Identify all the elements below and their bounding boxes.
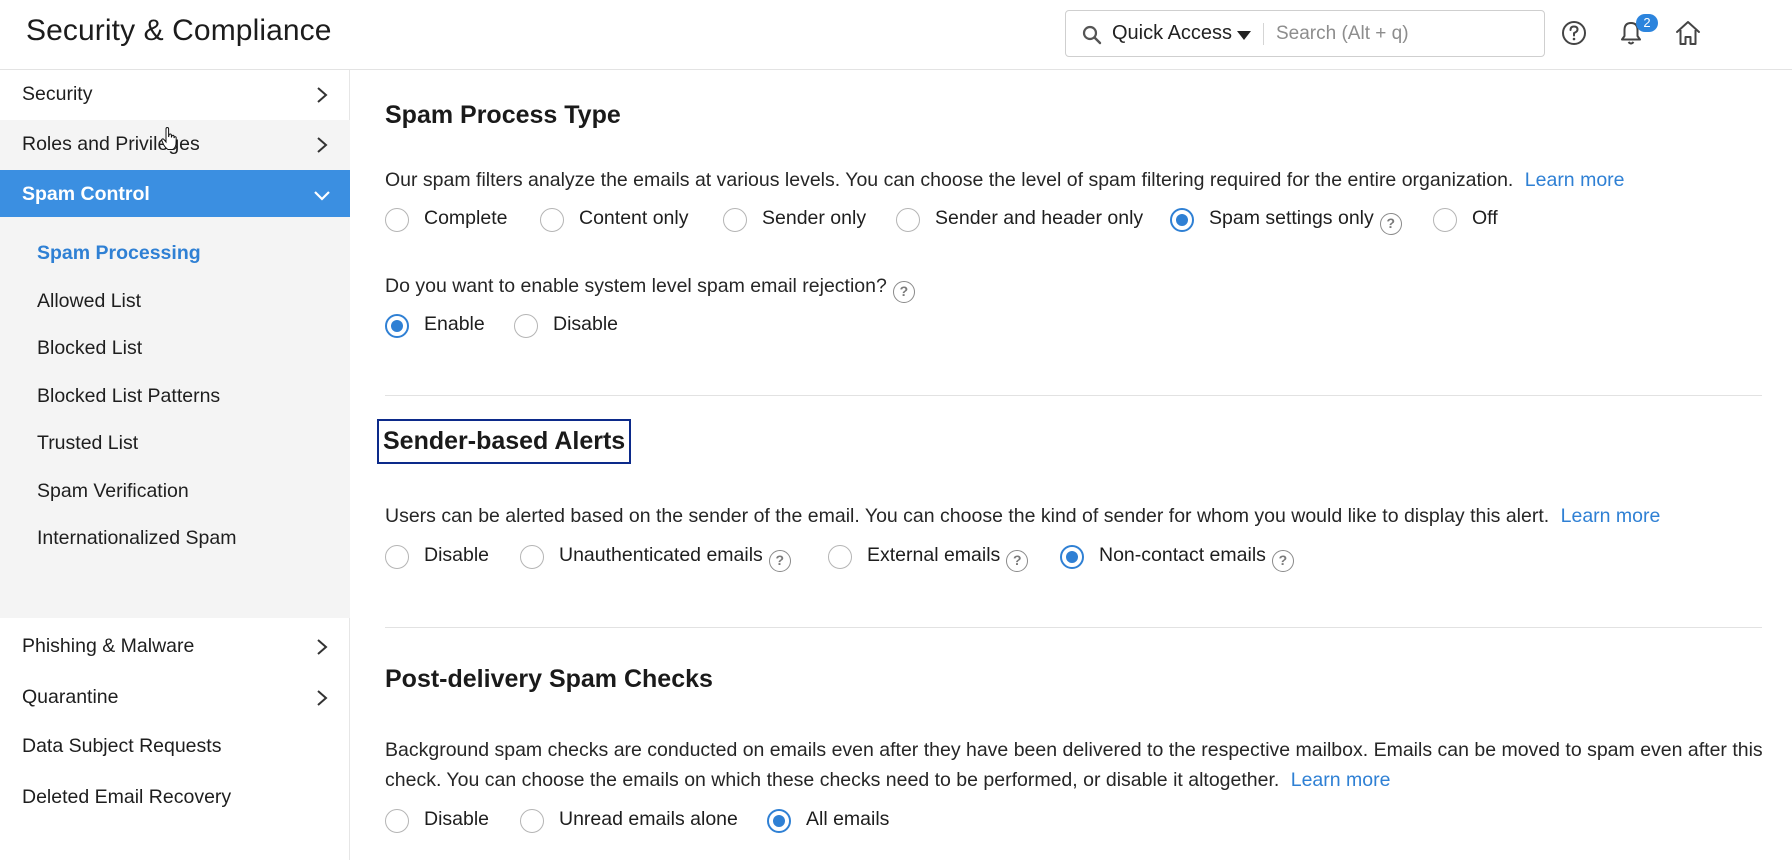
- radio-label: Disable: [553, 313, 619, 335]
- help-icon[interactable]: [1559, 18, 1589, 48]
- radio-button-checked[interactable]: [767, 809, 791, 833]
- chevron-right-icon: [317, 690, 328, 706]
- submenu-item-spam-processing[interactable]: Spam Processing: [37, 242, 201, 265]
- caret-down-icon[interactable]: [1237, 31, 1251, 40]
- hand-cursor-icon: [161, 127, 177, 150]
- radio-label: Disable: [424, 544, 490, 566]
- radio-label: Content only: [579, 207, 689, 229]
- radio-label: Off: [1472, 207, 1498, 229]
- sidebar-item-spam-control[interactable]: Spam Control: [0, 170, 350, 220]
- radio-label-text: Non-contact emails: [1099, 544, 1266, 566]
- chevron-right-icon: [317, 137, 328, 153]
- spam-process-description: Our spam filters analyze the emails at v…: [385, 165, 1775, 195]
- description-text: Background spam checks are conducted on …: [385, 739, 1763, 791]
- help-icon[interactable]: ?: [1271, 550, 1294, 572]
- radio-label: Non-contact emails?: [1099, 544, 1294, 572]
- search-divider: [1263, 23, 1264, 45]
- sidebar-item-label: Deleted Email Recovery: [22, 786, 232, 808]
- submenu-item-blocked-list-patterns[interactable]: Blocked List Patterns: [37, 385, 220, 408]
- radio-label: Disable: [424, 808, 490, 830]
- radio-button[interactable]: [1433, 208, 1457, 232]
- radio-button-checked[interactable]: [385, 314, 409, 338]
- sidebar-item-label: Quarantine: [22, 686, 119, 708]
- help-icon[interactable]: ?: [768, 550, 791, 572]
- radio-label: All emails: [806, 808, 890, 830]
- sidebar-item-phishing-malware[interactable]: Phishing & Malware: [0, 622, 350, 672]
- sidebar-item-label: Data Subject Requests: [22, 735, 222, 757]
- help-icon[interactable]: ?: [892, 281, 915, 303]
- chevron-down-icon: [314, 191, 330, 201]
- sidebar-item-label: Phishing & Malware: [22, 635, 195, 657]
- help-icon[interactable]: ?: [1379, 213, 1402, 235]
- radio-label: Enable: [424, 313, 485, 335]
- description-text: Our spam filters analyze the emails at v…: [385, 169, 1514, 191]
- search-icon: [1082, 25, 1102, 45]
- sidebar-item-data-subject-requests[interactable]: Data Subject Requests: [0, 722, 350, 772]
- submenu-item-spam-verification[interactable]: Spam Verification: [37, 480, 189, 503]
- sidebar-item-label: Spam Control: [22, 183, 150, 205]
- radio-button[interactable]: [520, 545, 544, 569]
- radio-label: Complete: [424, 207, 508, 229]
- radio-button-checked[interactable]: [1170, 208, 1194, 232]
- search-box[interactable]: Quick Access: [1065, 10, 1545, 57]
- sidebar-item-quarantine[interactable]: Quarantine: [0, 673, 350, 723]
- radio-button[interactable]: [828, 545, 852, 569]
- section-divider: [385, 395, 1762, 396]
- spam-rejection-question: Do you want to enable system level spam …: [385, 271, 1775, 303]
- radio-button[interactable]: [514, 314, 538, 338]
- learn-more-link[interactable]: Learn more: [1291, 769, 1391, 791]
- home-icon[interactable]: [1673, 18, 1703, 48]
- radio-button[interactable]: [896, 208, 920, 232]
- radio-label: Spam settings only?: [1209, 207, 1402, 235]
- radio-label-text: Unauthenticated emails: [559, 544, 763, 566]
- radio-button[interactable]: [723, 208, 747, 232]
- submenu-item-blocked-list[interactable]: Blocked List: [37, 337, 142, 360]
- section-divider: [385, 627, 1762, 628]
- radio-label: Sender only: [762, 207, 867, 229]
- description-text: Users can be alerted based on the sender…: [385, 505, 1550, 527]
- top-bar: Security & Compliance Quick Access 2: [0, 0, 1792, 70]
- chevron-right-icon: [317, 87, 328, 103]
- spam-control-submenu: Spam Processing Allowed List Blocked Lis…: [0, 217, 350, 618]
- learn-more-link[interactable]: Learn more: [1525, 169, 1625, 191]
- radio-label: Unread emails alone: [559, 808, 738, 830]
- radio-label: External emails?: [867, 544, 1029, 572]
- submenu-item-trusted-list[interactable]: Trusted List: [37, 432, 138, 455]
- search-input[interactable]: [1276, 19, 1526, 49]
- sidebar-item-label: Security: [22, 83, 93, 105]
- radio-label-text: External emails: [867, 544, 1001, 566]
- submenu-item-allowed-list[interactable]: Allowed List: [37, 290, 141, 313]
- post-delivery-description: Background spam checks are conducted on …: [385, 735, 1775, 795]
- radio-label: Sender and header only: [935, 207, 1144, 229]
- submenu-item-internationalized-spam[interactable]: Internationalized Spam: [37, 527, 236, 550]
- radio-label-text: Spam settings only: [1209, 207, 1374, 229]
- section-title-post-delivery-spam-checks: Post-delivery Spam Checks: [385, 665, 713, 693]
- section-title-sender-based-alerts: Sender-based Alerts: [376, 419, 632, 464]
- question-text: Do you want to enable system level spam …: [385, 275, 887, 297]
- main-content: Spam Process Type Our spam filters analy…: [351, 70, 1792, 860]
- quick-access-dropdown[interactable]: Quick Access: [1112, 22, 1232, 45]
- sidebar-item-deleted-email-recovery[interactable]: Deleted Email Recovery: [0, 773, 350, 823]
- learn-more-link[interactable]: Learn more: [1561, 505, 1661, 527]
- app-title: Security & Compliance: [26, 14, 332, 47]
- sidebar: Security Roles and Privileges Spam Contr…: [0, 70, 350, 860]
- radio-button-checked[interactable]: [1060, 545, 1084, 569]
- radio-button[interactable]: [540, 208, 564, 232]
- sender-alerts-description: Users can be alerted based on the sender…: [385, 501, 1775, 531]
- chevron-right-icon: [317, 639, 328, 655]
- radio-label: Unauthenticated emails?: [559, 544, 791, 572]
- section-title-spam-process-type: Spam Process Type: [385, 101, 621, 129]
- radio-button[interactable]: [520, 809, 544, 833]
- radio-button[interactable]: [385, 208, 409, 232]
- help-icon[interactable]: ?: [1006, 550, 1029, 572]
- radio-button[interactable]: [385, 809, 409, 833]
- sidebar-item-security[interactable]: Security: [0, 70, 350, 120]
- radio-button[interactable]: [385, 545, 409, 569]
- notification-badge: 2: [1636, 14, 1658, 32]
